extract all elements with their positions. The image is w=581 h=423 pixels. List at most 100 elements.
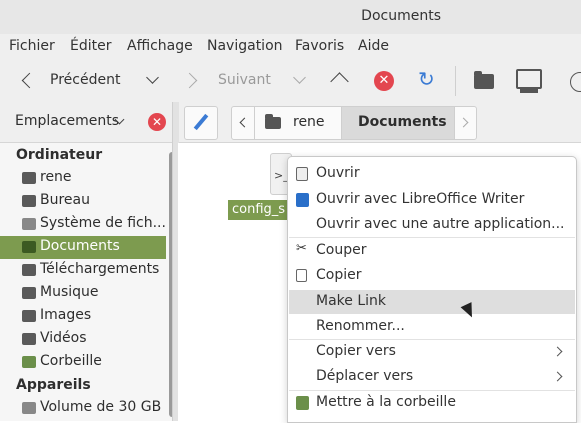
reload-icon[interactable]: ↻ [418,68,435,90]
menu-favoris[interactable]: Favoris [295,38,344,54]
writer-icon [296,193,309,207]
breadcrumb-documents-label: Documents [358,114,447,130]
section-appareils: Appareils [16,377,91,393]
section-ordinateur: Ordinateur [16,147,103,163]
folder-icon [22,287,36,299]
menu-item-couper[interactable]: ✂ Couper [289,239,575,263]
sidebar-item-musique[interactable]: Musique [0,282,166,305]
menu-item-label: Ouvrir [316,165,360,181]
pencil-icon [193,113,209,131]
trash-icon [22,356,36,368]
file-name-label[interactable]: config_s [228,200,290,220]
breadcrumb-right-arrow[interactable] [455,107,476,139]
scissors-icon: ✂ [296,241,307,256]
menu-item-label: Déplacer vers [316,368,414,384]
folder-icon [22,172,36,184]
minus-circle-icon[interactable] [570,72,581,92]
menu-aide[interactable]: Aide [358,38,389,54]
menu-item-make-link[interactable]: Make Link [289,290,575,314]
sidebar-item-images[interactable]: Images [0,305,166,328]
sidebar-item-videos[interactable]: Vidéos [0,328,166,351]
menu-item-renommer[interactable]: Renommer... [289,315,575,339]
sidebar-item-label: rene [40,169,72,185]
title-bar: Documents [0,0,581,34]
sidebar-item-label: Vidéos [40,330,87,346]
toolbar-separator [455,66,456,96]
menu-editer[interactable]: Éditer [70,38,111,54]
sidebar-item-label: Documents [40,238,120,254]
forward-button[interactable]: Suivant [218,72,271,88]
sidebar-item-telechargements[interactable]: Téléchargements [0,259,166,282]
submenu-chevron-icon [552,371,563,382]
sidebar-item-label: Musique [40,284,99,300]
menu-fichier[interactable]: Fichier [9,38,55,54]
sidebar-item-documents[interactable]: Documents [0,236,166,259]
menu-separator [289,237,575,238]
forward-history-chevron-down-icon[interactable] [293,71,306,84]
menu-item-ouvrir-autre-application[interactable]: Ouvrir avec une autre application... [289,213,575,237]
menu-bar: Fichier Éditer Affichage Navigation Favo… [0,34,581,60]
menu-item-ouvrir[interactable]: Ouvrir [289,162,575,186]
submenu-chevron-icon [552,346,563,357]
menu-item-label: Mettre à la corbeille [316,394,456,410]
new-folder-icon[interactable] [474,71,494,89]
menu-navigation[interactable]: Navigation [207,38,283,54]
breadcrumb-rene[interactable]: rene [255,107,342,139]
back-arrow-icon[interactable] [21,72,38,89]
stop-icon[interactable]: ✕ [374,71,394,91]
breadcrumb: rene Documents [231,106,477,140]
menu-item-corbeille[interactable]: Mettre à la corbeille [289,391,575,415]
menu-item-deplacer-vers[interactable]: Déplacer vers [289,365,575,389]
breadcrumb-left-arrow[interactable] [232,107,255,139]
menu-item-label: Copier [316,267,362,283]
forward-arrow-icon[interactable] [181,72,198,89]
places-dropdown[interactable]: Emplacements [15,113,119,129]
window-title: Documents [361,8,441,24]
sidebar-item-bureau[interactable]: Bureau [0,190,166,213]
path-bar: rene Documents [178,102,581,143]
sidebar-item-label: Images [40,307,92,323]
menu-item-label: Make Link [316,293,386,309]
copy-icon [296,269,307,282]
sidebar-item-label: Téléchargements [40,261,160,277]
menu-item-label: Ouvrir avec une autre application... [316,216,565,232]
sidebar-item-volume[interactable]: Volume de 30 GB [0,397,166,420]
sidebar-item-label: Bureau [40,192,90,208]
close-sidebar-icon[interactable]: ✕ [148,113,166,131]
chevron-left-icon [239,117,250,128]
sidebar-item-filesystem[interactable]: Système de fich... [0,213,166,236]
breadcrumb-rene-label: rene [293,114,325,130]
desktop-icon [22,195,36,207]
folder-icon [22,333,36,345]
drive-icon [22,218,36,230]
context-menu: Ouvrir Ouvrir avec LibreOffice Writer Ou… [287,156,577,423]
menu-item-copier-vers[interactable]: Copier vers [289,340,575,364]
menu-item-label: Renommer... [316,318,405,334]
folder-icon [22,241,36,253]
menu-item-label: Ouvrir avec LibreOffice Writer [316,191,525,207]
computer-icon[interactable] [516,69,542,89]
back-history-chevron-down-icon[interactable] [146,71,159,84]
folder-icon [22,310,36,322]
up-icon[interactable] [330,72,349,91]
trash-icon [296,396,309,410]
computer-icon-base [520,89,538,93]
menu-item-label: Couper [316,242,367,258]
drive-icon [22,402,36,414]
home-folder-icon [265,114,281,129]
chevron-right-icon [458,117,469,128]
menu-item-ouvrir-avec-writer[interactable]: Ouvrir avec LibreOffice Writer [289,188,575,212]
breadcrumb-documents[interactable]: Documents [342,107,455,139]
sidebar-item-corbeille[interactable]: Corbeille [0,351,166,374]
toolbar: Précédent Suivant ✕ ↻ [0,60,581,103]
sidebar-item-rene[interactable]: rene [0,167,166,190]
sidebar-header: Emplacements ✕ [0,102,172,143]
sidebar-item-label: Système de fich... [40,215,166,231]
sidebar: Ordinateur rene Bureau Système de fich..… [0,143,172,421]
menu-item-copier[interactable]: Copier [289,264,575,288]
edit-location-button[interactable] [184,106,218,140]
folder-icon [22,264,36,276]
sidebar-item-label: Volume de 30 GB [40,399,162,415]
back-button[interactable]: Précédent [50,72,120,88]
menu-affichage[interactable]: Affichage [127,38,193,54]
